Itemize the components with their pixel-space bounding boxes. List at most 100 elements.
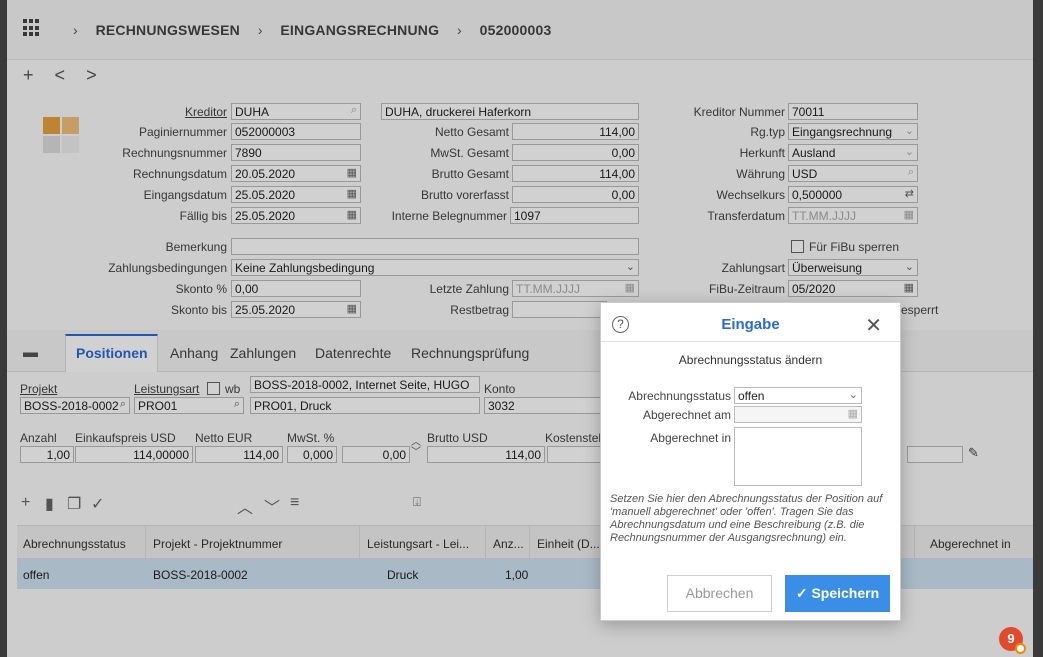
faellig-field[interactable]: 25.05.2020 ▦: [231, 207, 361, 224]
search-icon[interactable]: ⌕: [908, 166, 914, 179]
kreditor-label[interactable]: Kreditor: [127, 105, 227, 119]
chevron-down-icon[interactable]: ⌄: [905, 124, 914, 137]
tab-anhang[interactable]: Anhang: [170, 345, 218, 361]
chevron-down-icon[interactable]: ⌄: [905, 145, 914, 158]
netto-eur-field[interactable]: 114,00: [195, 446, 283, 463]
rechnungsdatum-field[interactable]: 20.05.2020 ▦: [231, 165, 361, 182]
chevron-down-icon[interactable]: ⌄: [626, 260, 635, 273]
breadcrumb-item[interactable]: RECHNUNGSWESEN: [96, 22, 240, 38]
close-icon[interactable]: ✕: [865, 313, 882, 338]
rechnungsnummer-field[interactable]: 7890: [231, 144, 361, 161]
fibu-zeitraum-field[interactable]: 05/2020 ▦: [788, 280, 918, 297]
netto-field[interactable]: 114,00: [512, 123, 639, 140]
projekt-label[interactable]: Projekt: [20, 382, 57, 396]
herkunft-select[interactable]: Ausland ⌄: [788, 144, 918, 161]
interne-belegnummer-field[interactable]: 1097: [510, 207, 639, 224]
abgerechnet-am-label: Abgerechnet am: [642, 408, 731, 422]
projekt-name-field[interactable]: BOSS-2018-0002, Internet Seite, HUGO: [250, 376, 480, 393]
skonto-bis-field[interactable]: 25.05.2020 ▦: [231, 301, 361, 318]
status-value: offen: [738, 389, 765, 403]
add-row-icon[interactable]: +: [21, 494, 30, 512]
calendar-icon[interactable]: ▦: [625, 281, 635, 294]
kreditor-nummer-field[interactable]: 70011: [788, 103, 918, 120]
calendar-icon[interactable]: ▦: [347, 208, 357, 221]
projekt-field[interactable]: BOSS-2018-0002 ⌕: [20, 397, 130, 414]
calendar-icon[interactable]: ▦: [904, 208, 914, 221]
stepper-icon[interactable]: ︿ ﹀: [411, 438, 421, 458]
transferdatum-field[interactable]: TT.MM.JJJJ ▦: [788, 207, 918, 224]
search-icon[interactable]: ⌕: [234, 398, 240, 411]
prev-record-icon[interactable]: <: [55, 65, 66, 85]
calendar-icon[interactable]: ▦: [848, 407, 858, 420]
col-header[interactable]: Projekt - Projektnummer: [153, 537, 282, 551]
save-button[interactable]: ✓ Speichern: [785, 575, 890, 612]
calendar-icon[interactable]: ▦: [347, 166, 357, 179]
add-icon[interactable]: +: [23, 65, 34, 85]
chevron-down-icon[interactable]: ⌄: [849, 388, 858, 401]
col-header[interactable]: Abrechnungsstatus: [23, 537, 126, 551]
wb-checkbox[interactable]: [207, 382, 220, 395]
col-header[interactable]: Leistungsart - Lei...: [367, 537, 469, 551]
abgerechnet-am-field[interactable]: ▦: [734, 406, 862, 423]
konto-field[interactable]: 3032: [484, 397, 604, 414]
apps-grid-icon[interactable]: [23, 19, 41, 37]
swap-icon[interactable]: ⇄: [905, 187, 914, 200]
calendar-icon[interactable]: ▦: [347, 187, 357, 200]
edit-pencil-icon[interactable]: ✎: [968, 445, 979, 461]
tab-datenrechte[interactable]: Datenrechte: [315, 345, 391, 361]
abgerechnet-in-textarea[interactable]: [734, 427, 862, 486]
brutto-usd-field[interactable]: 114,00: [427, 446, 545, 463]
rgtyp-select[interactable]: Eingangsrechnung ⌄: [788, 123, 918, 140]
tab-positionen[interactable]: Positionen: [76, 345, 148, 361]
waehrung-field[interactable]: USD ⌕: [788, 165, 918, 182]
wechselkurs-field[interactable]: 0,500000 ⇄: [788, 186, 918, 203]
import-icon[interactable]: ⍗: [413, 494, 421, 510]
search-icon[interactable]: ⌕: [120, 398, 126, 411]
zahlungsart-select[interactable]: Überweisung ⌄: [788, 259, 918, 276]
letzte-zahlung-field[interactable]: TT.MM.JJJJ ▦: [512, 280, 639, 297]
anzahl-field[interactable]: 1,00: [20, 446, 74, 463]
mwst-value-field[interactable]: 0,00: [342, 446, 410, 463]
leistungsart-label[interactable]: Leistungsart: [134, 382, 199, 396]
kreditor-name-field[interactable]: DUHA, druckerei Haferkorn: [381, 103, 639, 120]
move-up-icon[interactable]: ︿: [237, 494, 253, 518]
calendar-icon[interactable]: ▦: [904, 281, 914, 294]
breadcrumb-item[interactable]: EINGANGSRECHNUNG: [280, 22, 439, 38]
zahlungsbed-select[interactable]: Keine Zahlungsbedingung ⌄: [231, 259, 639, 276]
chevron-right-icon: ›: [73, 22, 78, 38]
status-select[interactable]: offen ⌄: [734, 387, 862, 404]
move-down-icon[interactable]: ﹀: [264, 494, 280, 518]
eingangsdatum-field[interactable]: 25.05.2020 ▦: [231, 186, 361, 203]
menu-icon[interactable]: ≡: [290, 494, 299, 512]
einkaufspreis-field[interactable]: 114,00000: [75, 446, 193, 463]
restbetrag-field[interactable]: [512, 301, 607, 318]
cancel-button[interactable]: Abbrechen: [667, 575, 772, 612]
briefcase-icon[interactable]: ▬: [23, 344, 38, 361]
search-icon[interactable]: ⌕: [351, 104, 357, 117]
skonto-pct-field[interactable]: 0,00: [231, 280, 361, 297]
calendar-icon[interactable]: ▦: [347, 302, 357, 315]
kreditor-field[interactable]: DUHA ⌕: [231, 103, 361, 120]
next-record-icon[interactable]: >: [86, 65, 97, 85]
extra-field[interactable]: [907, 446, 963, 463]
tab-zahlungen[interactable]: Zahlungen: [230, 345, 296, 361]
check-icon[interactable]: ✓: [91, 494, 104, 514]
konto-label: Konto: [484, 382, 516, 396]
col-header[interactable]: Anz...: [493, 537, 524, 551]
bemerkung-field[interactable]: [231, 238, 639, 255]
brutto-field[interactable]: 114,00: [512, 165, 639, 182]
col-header[interactable]: Einheit (D...: [537, 537, 600, 551]
delete-icon[interactable]: ▮: [45, 494, 54, 514]
col-header[interactable]: Abgerechnet in: [930, 537, 1011, 551]
copy-icon[interactable]: ❐: [67, 494, 81, 514]
tab-rechnungspruefung[interactable]: Rechnungsprüfung: [411, 345, 529, 361]
brutto-vorerfasst-field[interactable]: 0,00: [512, 186, 639, 203]
leistungsart-field[interactable]: PRO01 ⌕: [134, 397, 244, 414]
mwst-field[interactable]: 0,00: [512, 144, 639, 161]
kostenstelle-field[interactable]: [547, 446, 607, 463]
paginiernummer-field[interactable]: 052000003: [231, 123, 361, 140]
chevron-down-icon[interactable]: ⌄: [905, 260, 914, 273]
fibu-sperren-checkbox[interactable]: [791, 240, 804, 253]
mwst-pct-field[interactable]: 0,000: [287, 446, 337, 463]
leistungsart-name-field[interactable]: PRO01, Druck: [250, 397, 480, 414]
